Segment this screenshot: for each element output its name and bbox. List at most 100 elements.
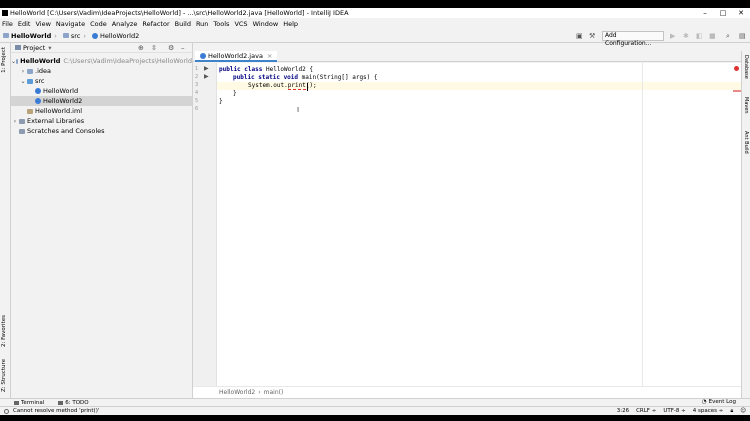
database-tool-tab[interactable]: Database	[743, 55, 749, 79]
editor-tab-bar: HelloWorld2.java ×	[193, 51, 741, 62]
breadcrumb-src[interactable]: src ›	[62, 31, 86, 40]
menu-build[interactable]: Build	[175, 20, 191, 28]
project-structure-icon[interactable]: ▣	[576, 32, 583, 40]
favorites-tool-tab[interactable]: 2: Favorites	[1, 315, 7, 347]
tree-node-iml-file[interactable]: HelloWorld.iml	[11, 106, 192, 116]
menu-view[interactable]: View	[35, 20, 50, 28]
code-line-5: }	[219, 98, 223, 105]
debug-icon[interactable]: ✱	[683, 32, 689, 40]
menu-file[interactable]: File	[2, 20, 13, 28]
collapse-arrow-icon[interactable]: ›	[11, 118, 19, 125]
chevron-down-icon[interactable]: ▾	[48, 44, 51, 52]
text-caret	[307, 83, 308, 91]
breadcrumb-project[interactable]: HelloWorld ›	[3, 32, 57, 40]
menu-refactor[interactable]: Refactor	[142, 20, 169, 28]
stop-icon[interactable]: ■	[709, 32, 716, 40]
code-editor[interactable]: public class HelloWorld2 { public static…	[217, 63, 741, 386]
close-tab-icon[interactable]: ×	[267, 52, 272, 60]
run-icon[interactable]: ▶	[670, 32, 675, 40]
menu-tools[interactable]: Tools	[213, 20, 229, 28]
info-icon	[4, 408, 9, 414]
menu-navigate[interactable]: Navigate	[56, 20, 85, 28]
project-view-selector[interactable]: Project	[23, 44, 45, 52]
todo-icon	[58, 400, 64, 405]
breadcrumb-method[interactable]: main()	[264, 389, 284, 396]
search-everywhere-icon[interactable]: ⌕	[726, 32, 730, 41]
run-class-gutter-icon[interactable]: ▶	[204, 65, 209, 72]
menu-help[interactable]: Help	[283, 20, 298, 28]
todo-tool-tab[interactable]: 6: TODO	[58, 400, 89, 406]
caret-position[interactable]: 3:26	[617, 408, 629, 414]
breadcrumb-class[interactable]: HelloWorld2	[219, 389, 255, 396]
intellij-logo-icon	[2, 10, 8, 16]
module-file-icon	[27, 108, 33, 114]
menu-window[interactable]: Window	[253, 20, 279, 28]
ide-window: HelloWorld [C:\Users\Vadim\IdeaProjects\…	[0, 8, 750, 415]
gear-icon[interactable]: ⚙	[168, 44, 174, 52]
maximize-button[interactable]: □	[714, 9, 732, 17]
folder-icon	[27, 68, 33, 74]
run-method-gutter-icon[interactable]: ▶	[204, 73, 209, 80]
menu-code[interactable]: Code	[90, 20, 107, 28]
java-class-icon	[91, 32, 98, 39]
locate-icon[interactable]: ⊕	[138, 44, 144, 52]
error-indicator-icon[interactable]	[734, 66, 739, 71]
menu-run[interactable]: Run	[196, 20, 208, 28]
hide-panel-icon[interactable]: –	[181, 44, 185, 52]
line-separator-selector[interactable]: CRLF ÷	[636, 408, 656, 414]
error-stripe-mark[interactable]	[733, 90, 741, 92]
tree-node-project-root[interactable]: ⌄ HelloWorld C:\Users\Vadim\IdeaProjects…	[11, 56, 192, 66]
editor-tab-helloworld2[interactable]: HelloWorld2.java ×	[195, 51, 278, 62]
editor-breadcrumb: HelloWorld2 › main()	[193, 386, 741, 398]
window-title: HelloWorld [C:\Users\Vadim\IdeaProjects\…	[10, 9, 349, 17]
terminal-tool-tab[interactable]: Terminal	[14, 400, 44, 406]
maven-tool-tab[interactable]: Maven	[743, 97, 749, 114]
bottom-tool-bar: Terminal 6: TODO ◔ Event Log	[0, 398, 750, 406]
tree-node-scratches[interactable]: Scratches and Consoles	[11, 126, 192, 136]
indent-selector[interactable]: 4 spaces ÷	[693, 408, 724, 414]
collapse-all-icon[interactable]: ⇳	[151, 44, 157, 52]
library-icon	[19, 118, 25, 124]
lock-icon[interactable]: 🔒︎	[730, 408, 733, 415]
menu-vcs[interactable]: VCS	[234, 20, 247, 28]
line-number: 6	[195, 106, 199, 112]
run-configuration-selector[interactable]: Add Configuration...	[602, 31, 664, 47]
minimize-button[interactable]: –	[696, 9, 714, 17]
breadcrumb-class[interactable]: HelloWorld2	[91, 32, 139, 40]
java-class-icon	[200, 52, 206, 59]
structure-tool-tab[interactable]: Z: Structure	[1, 359, 7, 392]
project-view-icon	[15, 45, 21, 50]
inspector-icon[interactable]: ☺︎	[740, 408, 746, 414]
scratches-icon	[19, 128, 25, 134]
status-message: Cannot resolve method 'print()'	[4, 408, 617, 414]
navigation-bar: HelloWorld › src › HelloWorld2 ▣ ⚒ Add C…	[0, 29, 750, 47]
line-number: 4	[195, 90, 199, 96]
tree-node-helloworld-class[interactable]: HelloWorld	[11, 86, 192, 96]
event-log-tool-tab[interactable]: ◔ Event Log	[702, 399, 736, 405]
collapse-arrow-icon[interactable]: ›	[19, 68, 27, 75]
editor-gutter[interactable]: 1 2 3 4 5 6 ▶ ▶	[193, 63, 217, 386]
project-tool-tab[interactable]: 1: Project	[1, 47, 7, 73]
project-window-icon[interactable]: ▤	[739, 32, 746, 40]
ant-build-tool-tab[interactable]: Ant Build	[743, 131, 749, 154]
expand-arrow-icon[interactable]: ⌄	[19, 78, 27, 85]
code-line-1: public class HelloWorld2 {	[219, 66, 313, 73]
coverage-icon[interactable]: ◧	[696, 32, 703, 40]
tree-node-idea[interactable]: › .idea	[11, 66, 192, 76]
menu-edit[interactable]: Edit	[18, 20, 31, 28]
project-panel: Project ▾ ⊕ ⇳ ⚙ – ⌄ HelloWorld C:\Users\…	[11, 43, 193, 398]
menu-analyze[interactable]: Analyze	[112, 20, 138, 28]
code-line-2: public static void main(String[] args) {	[233, 74, 378, 81]
build-hammer-icon[interactable]: ⚒	[589, 32, 595, 40]
encoding-selector[interactable]: UTF-8 ÷	[663, 408, 685, 414]
tree-node-src[interactable]: ⌄ src	[11, 76, 192, 86]
line-number: 2	[195, 74, 199, 80]
tree-node-helloworld2-class[interactable]: HelloWorld2	[11, 96, 192, 106]
close-window-button[interactable]: ✕	[732, 9, 750, 17]
tree-node-external-libraries[interactable]: › External Libraries	[11, 116, 192, 126]
chevron-right-icon: ›	[83, 31, 86, 40]
java-class-icon	[35, 88, 41, 94]
event-log-icon: ◔	[701, 399, 707, 405]
right-tool-strip: Database Maven Ant Build	[741, 51, 750, 398]
code-line-4: }	[233, 90, 237, 97]
